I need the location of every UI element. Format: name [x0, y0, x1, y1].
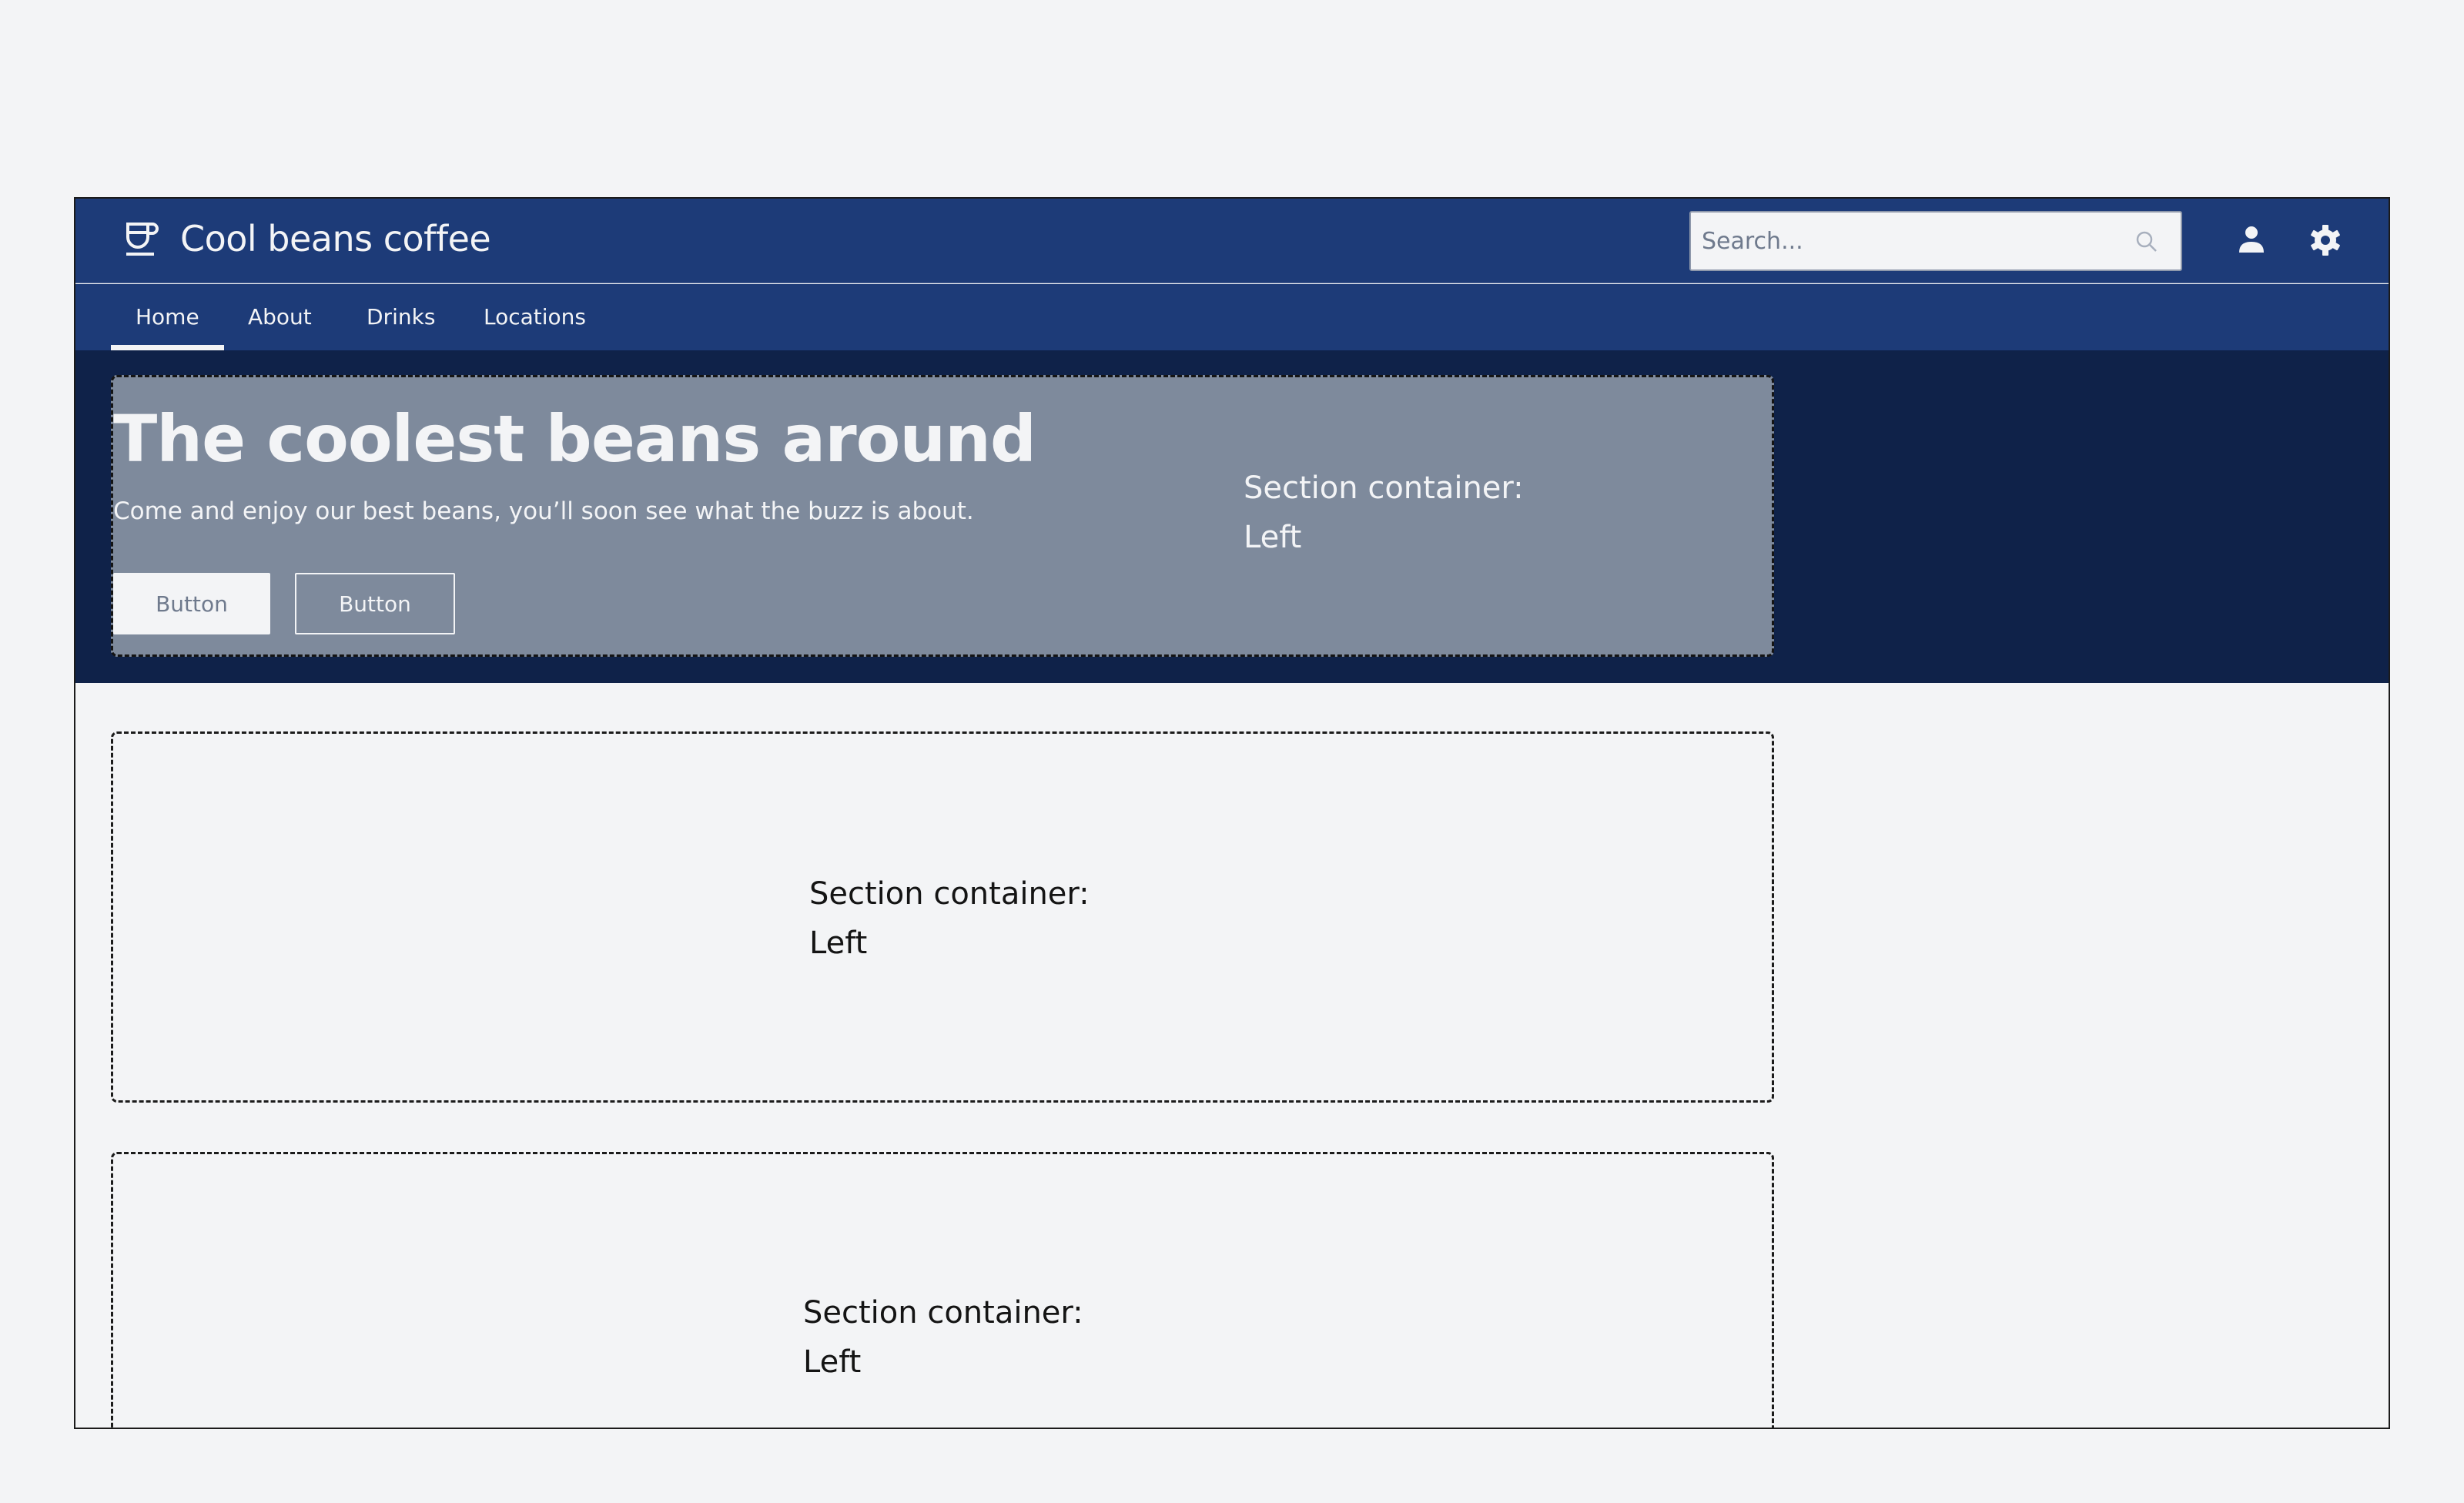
search-box [1689, 211, 2182, 271]
nav-item-home[interactable]: Home [111, 284, 224, 350]
hero-subtitle: Come and enjoy our best beans, you’ll so… [113, 497, 974, 525]
secondary-button[interactable]: Button [295, 573, 455, 634]
section-container: Section container: Left [111, 1152, 1774, 1428]
section-label-value: Left [1244, 520, 1302, 555]
section-label-value: Left [803, 1344, 862, 1380]
user-icon[interactable] [2233, 222, 2270, 259]
main-nav: Home About Drinks Locations [75, 284, 2389, 350]
hero-title: The coolest beans around [113, 401, 1036, 477]
section-label-title: Section container: [809, 876, 1090, 912]
hero-section: The coolest beans around Come and enjoy … [75, 350, 2389, 683]
section-label-value: Left [809, 926, 868, 961]
nav-item-about[interactable]: About [223, 284, 336, 350]
section-label: Section container: Left [803, 1288, 1083, 1387]
site-header: Cool beans coffee [75, 199, 2389, 283]
section-container: Section container: Left [111, 731, 1774, 1103]
hero-section-label: Section container: Left [1244, 464, 1524, 562]
search-input[interactable] [1691, 213, 2181, 269]
section-label-title: Section container: [803, 1295, 1083, 1331]
hero-section-container: The coolest beans around Come and enjoy … [111, 375, 1774, 657]
gear-icon[interactable] [2307, 222, 2344, 259]
coffee-cup-icon [126, 223, 159, 256]
search-icon[interactable] [2134, 229, 2159, 254]
section-label-title: Section container: [1244, 470, 1524, 506]
primary-button[interactable]: Button [113, 573, 270, 634]
section-label: Section container: Left [809, 869, 1090, 968]
nav-item-drinks[interactable]: Drinks [342, 284, 460, 350]
nav-item-locations[interactable]: Locations [459, 284, 611, 350]
brand-name[interactable]: Cool beans coffee [180, 216, 491, 262]
browser-frame: Cool beans coffee Home About Drinks [74, 197, 2390, 1429]
